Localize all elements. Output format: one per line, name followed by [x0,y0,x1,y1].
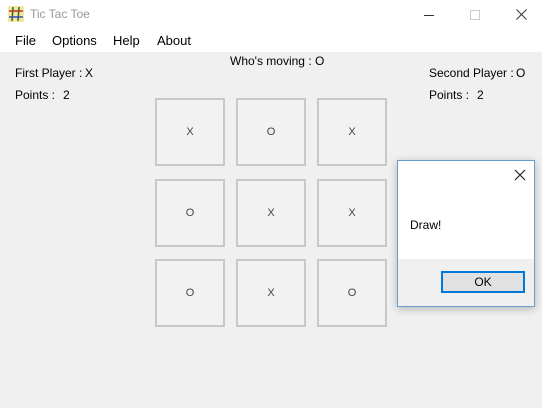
second-player-symbol: O [516,66,526,80]
menu-about[interactable]: About [157,33,191,48]
first-player-label: First Player : [15,66,83,80]
second-player-points-label: Points : [429,88,470,102]
board-cell-r3-c1[interactable]: O [155,259,225,327]
title-bar[interactable]: Tic Tac Toe [0,0,542,29]
minimize-button[interactable] [406,0,452,29]
board-cell-r2-c1[interactable]: O [155,179,225,247]
ok-button[interactable]: OK [441,271,525,293]
board-cell-r2-c2[interactable]: X [236,179,306,247]
whos-moving-label: Who's moving : [230,54,312,68]
close-icon [514,169,526,181]
menu-options[interactable]: Options [52,33,97,48]
second-player-points-value: 2 [477,88,484,102]
board-cell-r3-c3[interactable]: O [317,259,387,327]
board-cell-r1-c1[interactable]: X [155,98,225,166]
draw-dialog: Draw! OK [397,160,535,307]
window-title: Tic Tac Toe [30,7,90,21]
board-cell-r1-c3[interactable]: X [317,98,387,166]
dialog-message: Draw! [410,218,442,232]
board-cell-r2-c3[interactable]: X [317,179,387,247]
whos-moving-value: O [315,54,325,68]
menu-file[interactable]: File [15,33,36,48]
maximize-icon [470,9,480,20]
menu-bar: File Options Help About [0,29,542,52]
menu-help[interactable]: Help [113,33,140,48]
window-close-button[interactable] [498,0,542,29]
minimize-icon [424,14,434,16]
maximize-button[interactable] [452,0,498,29]
board-cell-r3-c2[interactable]: X [236,259,306,327]
first-player-symbol: X [85,66,94,80]
second-player-label: Second Player : [429,66,514,80]
dialog-footer: OK [398,259,534,306]
board-cell-r1-c2[interactable]: O [236,98,306,166]
first-player-points-value: 2 [63,88,70,102]
dialog-close-button[interactable] [512,167,528,183]
close-icon [515,9,527,20]
first-player-points-label: Points : [15,88,56,102]
tic-tac-toe-app-icon [8,6,24,22]
